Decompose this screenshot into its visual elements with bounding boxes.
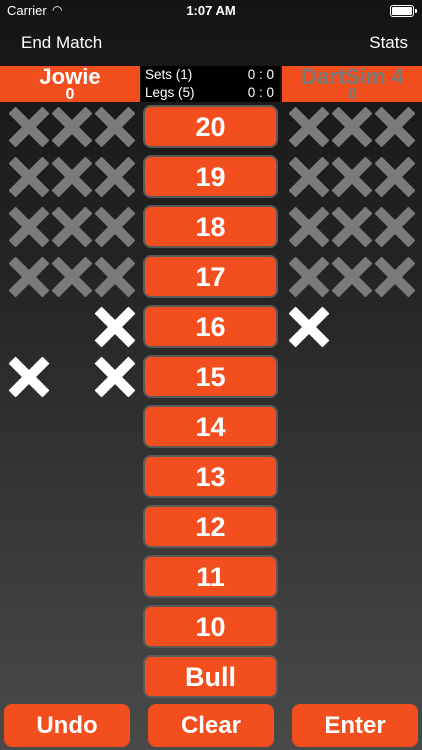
left-mark-icon [51, 256, 93, 298]
player-left-name: Jowie [39, 64, 101, 89]
right-mark-icon [374, 156, 416, 198]
number-button-bull[interactable]: Bull [143, 655, 278, 698]
player-right-score: 0 [348, 86, 357, 103]
right-mark-icon [288, 156, 330, 198]
number-button-20[interactable]: 20 [143, 105, 278, 148]
player-right-name: DartSim 4 [301, 64, 404, 89]
number-button-19[interactable]: 19 [143, 155, 278, 198]
end-match-button[interactable]: End Match [21, 33, 102, 53]
match-info: Sets (1) 0 : 0 Legs (5) 0 : 0 [141, 66, 280, 102]
stats-button[interactable]: Stats [369, 33, 408, 53]
left-mark-icon [8, 206, 50, 248]
left-mark-icon [8, 156, 50, 198]
number-button-10[interactable]: 10 [143, 605, 278, 648]
right-mark-icon [374, 106, 416, 148]
right-mark-icon [331, 256, 373, 298]
sets-label: Sets (1) [145, 67, 193, 82]
number-button-13[interactable]: 13 [143, 455, 278, 498]
legs-label: Legs (5) [145, 85, 195, 100]
right-mark-icon [288, 206, 330, 248]
player-left-score: 0 [65, 86, 75, 103]
left-mark-icon [94, 206, 136, 248]
number-button-11[interactable]: 11 [143, 555, 278, 598]
legs-value: 0 : 0 [247, 85, 274, 100]
left-mark-icon [94, 106, 136, 148]
player-right-header: DartSim 4 0 [281, 64, 422, 103]
left-mark-icon [94, 156, 136, 198]
right-mark-icon [331, 206, 373, 248]
left-mark-icon [8, 106, 50, 148]
right-mark-icon [331, 156, 373, 198]
right-mark-icon [288, 106, 330, 148]
right-mark-icon [288, 306, 330, 348]
left-mark-icon [51, 106, 93, 148]
right-mark-icon [288, 256, 330, 298]
clock: 1:07 AM [186, 3, 236, 18]
left-mark-icon [8, 256, 50, 298]
number-button-12[interactable]: 12 [143, 505, 278, 548]
status-bar: Carrier ◠ 1:07 AM [0, 0, 422, 22]
number-button-14[interactable]: 14 [143, 405, 278, 448]
left-mark-icon [94, 306, 136, 348]
number-button-18[interactable]: 18 [143, 205, 278, 248]
right-mark-icon [374, 256, 416, 298]
left-mark-icon [94, 356, 136, 398]
number-button-15[interactable]: 15 [143, 355, 278, 398]
enter-button[interactable]: Enter [292, 704, 418, 747]
left-mark-icon [51, 156, 93, 198]
number-button-17[interactable]: 17 [143, 255, 278, 298]
left-mark-icon [94, 256, 136, 298]
undo-button[interactable]: Undo [4, 704, 130, 747]
left-mark-icon [51, 206, 93, 248]
right-mark-icon [374, 206, 416, 248]
left-mark-icon [8, 356, 50, 398]
right-mark-icon [331, 106, 373, 148]
sets-value: 0 : 0 [247, 67, 274, 82]
legs-row: Legs (5) 0 : 0 [145, 84, 274, 102]
sets-row: Sets (1) 0 : 0 [145, 66, 274, 84]
player-left-header: Jowie 0 [0, 64, 140, 103]
number-button-16[interactable]: 16 [143, 305, 278, 348]
battery-icon [390, 5, 417, 17]
clear-button[interactable]: Clear [148, 704, 274, 747]
